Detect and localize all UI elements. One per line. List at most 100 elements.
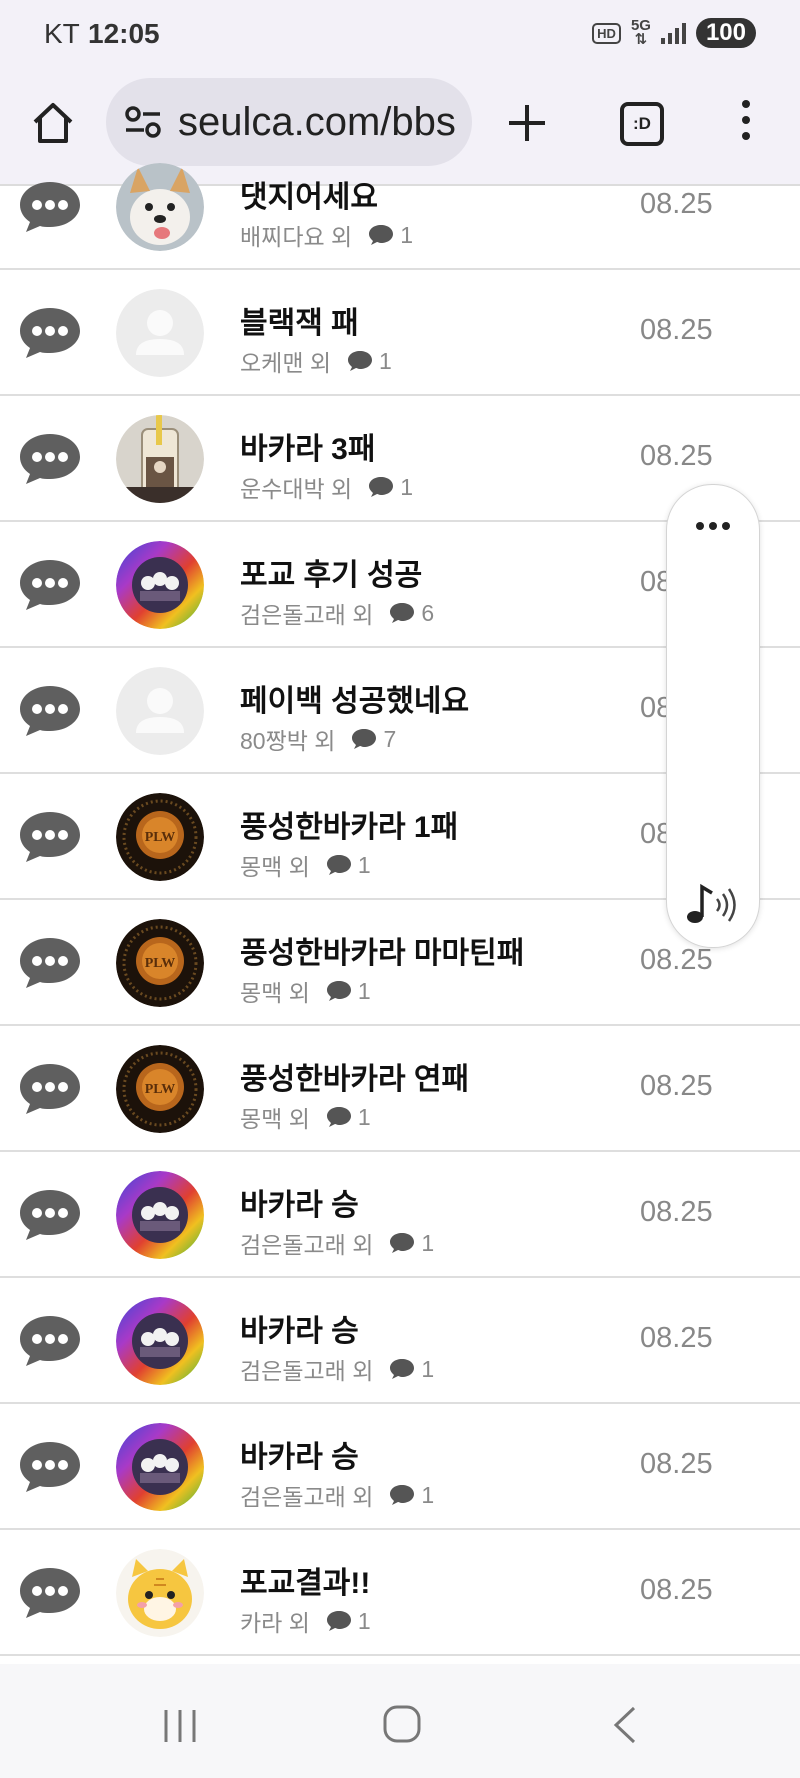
post-date: 08.25 bbox=[640, 1322, 713, 1354]
avatar bbox=[116, 1171, 204, 1259]
comment-icon bbox=[348, 351, 373, 371]
comment-icon bbox=[326, 855, 351, 875]
post-title[interactable]: 바카라 승 bbox=[240, 1306, 359, 1350]
signal-strength-icon bbox=[660, 22, 686, 44]
post-meta: 검은돌고래 외 1 bbox=[240, 1226, 434, 1260]
avatar bbox=[116, 415, 204, 503]
comment-count: 1 bbox=[357, 977, 371, 1004]
post-date: 08.25 bbox=[640, 1070, 713, 1102]
post-title[interactable]: 바카라 3패 bbox=[240, 424, 375, 468]
avatar: PLW bbox=[116, 793, 204, 881]
post-date: 08.25 bbox=[640, 1196, 713, 1228]
comment-icon bbox=[390, 1233, 415, 1253]
back-icon[interactable] bbox=[610, 1704, 640, 1746]
avatar bbox=[116, 1549, 204, 1637]
post-row[interactable]: 포교결과!! 카라 외 1 08.25 bbox=[0, 1530, 800, 1656]
post-author: 검은돌고래 외 bbox=[240, 1484, 374, 1510]
chat-bubble-icon bbox=[18, 558, 82, 612]
comment-icon bbox=[390, 1359, 415, 1379]
tab-switcher-button[interactable]: :D bbox=[620, 102, 664, 146]
floating-panel bbox=[666, 484, 760, 948]
post-title[interactable]: 풍성한바카라 마마틴패 bbox=[240, 928, 524, 972]
svg-text:PLW: PLW bbox=[145, 956, 176, 971]
more-menu-icon[interactable] bbox=[738, 100, 754, 146]
chat-bubble-icon bbox=[18, 180, 82, 234]
post-title[interactable]: 페이백 성공했네요 bbox=[240, 676, 469, 720]
url-text[interactable]: seulca.com/bbs bbox=[178, 100, 462, 145]
home-icon[interactable] bbox=[30, 100, 76, 146]
post-date: 08.25 bbox=[640, 314, 713, 346]
comment-icon bbox=[352, 729, 377, 749]
post-author: 검은돌고래 외 bbox=[240, 1232, 374, 1258]
chat-bubble-icon bbox=[18, 432, 82, 486]
post-author: 오케맨 외 bbox=[240, 350, 332, 376]
post-row[interactable]: 댓지어세요배찌다요 외 1 08.25 bbox=[0, 144, 800, 270]
new-tab-icon[interactable] bbox=[506, 102, 548, 144]
post-title[interactable]: 블랙잭 패 bbox=[240, 298, 359, 342]
chat-bubble-icon bbox=[18, 1188, 82, 1242]
comment-icon bbox=[369, 225, 394, 245]
chat-bubble-icon bbox=[18, 936, 82, 990]
post-row[interactable]: 블랙잭 패오케맨 외 1 08.25 bbox=[0, 270, 800, 396]
recent-apps-icon[interactable] bbox=[160, 1708, 200, 1744]
chat-bubble-icon bbox=[18, 1062, 82, 1116]
post-title[interactable]: 풍성한바카라 연패 bbox=[240, 1054, 469, 1098]
chat-bubble-icon bbox=[18, 306, 82, 360]
post-date: 08.25 bbox=[640, 188, 713, 220]
post-meta: 몽맥 외 1 bbox=[240, 974, 371, 1008]
nav-home-icon[interactable] bbox=[382, 1704, 422, 1744]
post-meta: 카라 외 1 bbox=[240, 1604, 371, 1638]
comment-icon bbox=[326, 1611, 351, 1631]
comment-count: 1 bbox=[379, 347, 392, 374]
post-meta: 80짱박 외 7 bbox=[240, 722, 396, 756]
comment-count: 6 bbox=[421, 599, 435, 626]
post-meta: 몽맥 외 1 bbox=[240, 1100, 371, 1134]
post-author: 몽맥 외 bbox=[240, 1106, 310, 1132]
post-title[interactable]: 포교결과!! bbox=[240, 1558, 370, 1602]
comment-count: 1 bbox=[400, 221, 413, 248]
post-row[interactable]: PLW 풍성한바카라 연패몽맥 외 1 08.25 bbox=[0, 1026, 800, 1152]
comment-count: 1 bbox=[357, 1607, 371, 1634]
site-settings-icon[interactable] bbox=[124, 104, 162, 140]
post-title[interactable]: 바카라 승 bbox=[240, 1180, 359, 1224]
status-bar: KT 12:05 HD 5G ⇅ 100 bbox=[0, 0, 800, 70]
chat-bubble-icon bbox=[18, 1314, 82, 1368]
post-title[interactable]: 풍성한바카라 1패 bbox=[240, 802, 458, 846]
more-dots-icon[interactable] bbox=[695, 521, 731, 531]
comment-icon bbox=[326, 981, 351, 1001]
post-title[interactable]: 포교 후기 성공 bbox=[240, 550, 422, 594]
avatar bbox=[116, 1423, 204, 1511]
post-author: 80짱박 외 bbox=[240, 728, 336, 754]
post-date: 08.25 bbox=[640, 1448, 713, 1480]
post-date: 08.25 bbox=[640, 440, 713, 472]
comment-icon bbox=[390, 1485, 415, 1505]
post-meta: 검은돌고래 외 1 bbox=[240, 1352, 434, 1386]
avatar bbox=[116, 163, 204, 251]
post-meta: 검은돌고래 외 1 bbox=[240, 1478, 434, 1512]
music-note-icon[interactable] bbox=[685, 881, 741, 927]
chat-bubble-icon bbox=[18, 1566, 82, 1620]
comment-count: 1 bbox=[357, 1103, 371, 1130]
svg-text:PLW: PLW bbox=[145, 1082, 176, 1097]
post-meta: 운수대박 외 1 bbox=[240, 470, 413, 504]
post-author: 배찌다요 외 bbox=[240, 224, 353, 250]
post-row[interactable]: 바카라 승 검은돌고래 외 1 08.25 bbox=[0, 1278, 800, 1404]
chat-bubble-icon bbox=[18, 684, 82, 738]
comment-count: 1 bbox=[400, 473, 413, 500]
carrier-label: KT bbox=[44, 18, 80, 49]
post-title[interactable]: 댓지어세요 bbox=[240, 172, 378, 216]
avatar bbox=[116, 1297, 204, 1385]
comment-count: 1 bbox=[421, 1355, 435, 1382]
avatar bbox=[116, 541, 204, 629]
post-date: 08.25 bbox=[640, 1574, 713, 1606]
comment-count: 1 bbox=[421, 1481, 435, 1508]
comment-count: 1 bbox=[357, 851, 371, 878]
network-5g-icon: 5G ⇅ bbox=[630, 17, 651, 48]
comment-icon bbox=[369, 477, 394, 497]
post-title[interactable]: 바카라 승 bbox=[240, 1432, 359, 1476]
post-author: 검은돌고래 외 bbox=[240, 602, 374, 628]
post-row[interactable]: 바카라 승검은돌고래 외 1 08.25 bbox=[0, 1404, 800, 1530]
status-icons: HD 5G ⇅ 100 bbox=[592, 18, 756, 48]
avatar: PLW bbox=[116, 919, 204, 1007]
post-row[interactable]: 바카라 승 검은돌고래 외 1 08.25 bbox=[0, 1152, 800, 1278]
